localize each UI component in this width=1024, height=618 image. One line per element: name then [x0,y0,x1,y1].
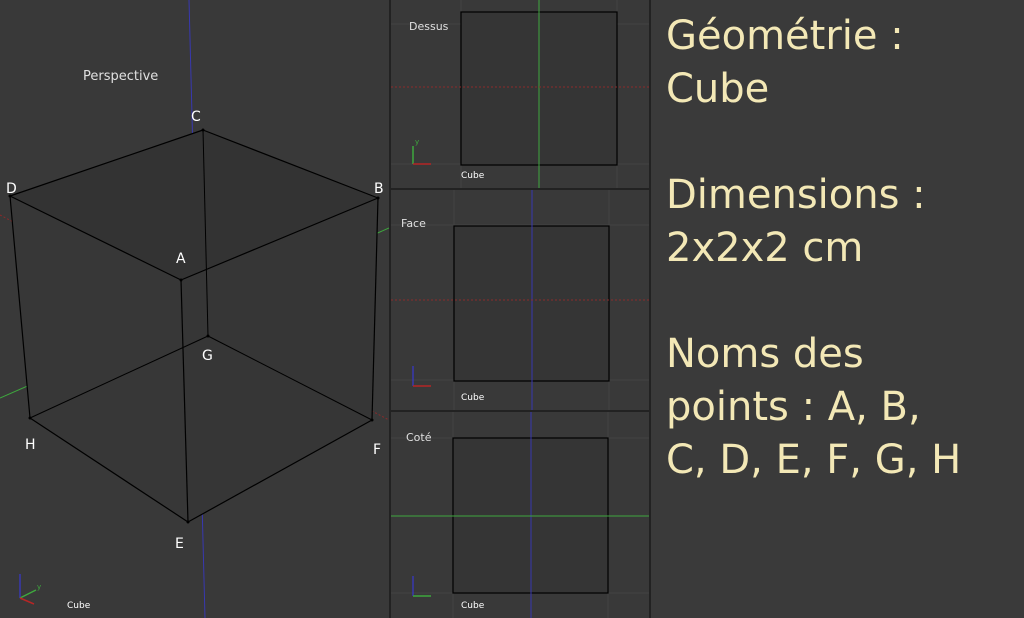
point-label-e: E [175,536,184,552]
point-label-c: C [191,109,201,125]
front-axis-gizmo [412,366,431,387]
point-label-g: G [202,348,213,364]
info-names-line2: points : A, B, [666,384,921,430]
info-dim-line2: 2x2x2 cm [666,225,864,271]
svg-text:y: y [37,583,41,591]
svg-text:y: y [415,138,419,146]
front-view-label: Face [401,217,426,230]
info-title-line1: Géométrie : [666,13,904,59]
perspective-label: Perspective [83,69,159,84]
front-view-scene [391,190,649,410]
side-object-name: Cube [461,601,485,611]
top-axis-gizmo [412,146,431,165]
point-label-f: F [373,442,382,458]
point-label-h: H [25,437,36,453]
info-panel: Géométrie : Cube Dimensions : 2x2x2 cm N… [666,10,1016,487]
info-names-line1: Noms des [666,331,864,377]
info-names-line3: C, D, E, F, G, H [666,437,962,483]
front-viewport[interactable]: Face Cube [391,190,649,410]
point-label-d: D [6,181,17,197]
top-view-label: Dessus [409,20,449,33]
top-viewport[interactable]: y Dessus Cube [391,0,649,188]
side-viewport[interactable]: Coté Cube [391,412,649,618]
info-title-line2: Cube [666,66,770,112]
front-object-name: Cube [461,393,485,403]
point-label-b: B [374,181,384,197]
info-dim-line1: Dimensions : [666,172,926,218]
point-label-a: A [176,251,186,267]
panel-divider[interactable] [649,0,651,618]
perspective-object-name: Cube [67,601,91,611]
side-view-label: Coté [406,431,432,444]
perspective-viewport[interactable]: y Perspective Cube A B C D E F G H [0,0,389,618]
axis-gizmo [19,574,37,605]
perspective-scene: y [0,0,389,618]
top-object-name: Cube [461,171,485,181]
